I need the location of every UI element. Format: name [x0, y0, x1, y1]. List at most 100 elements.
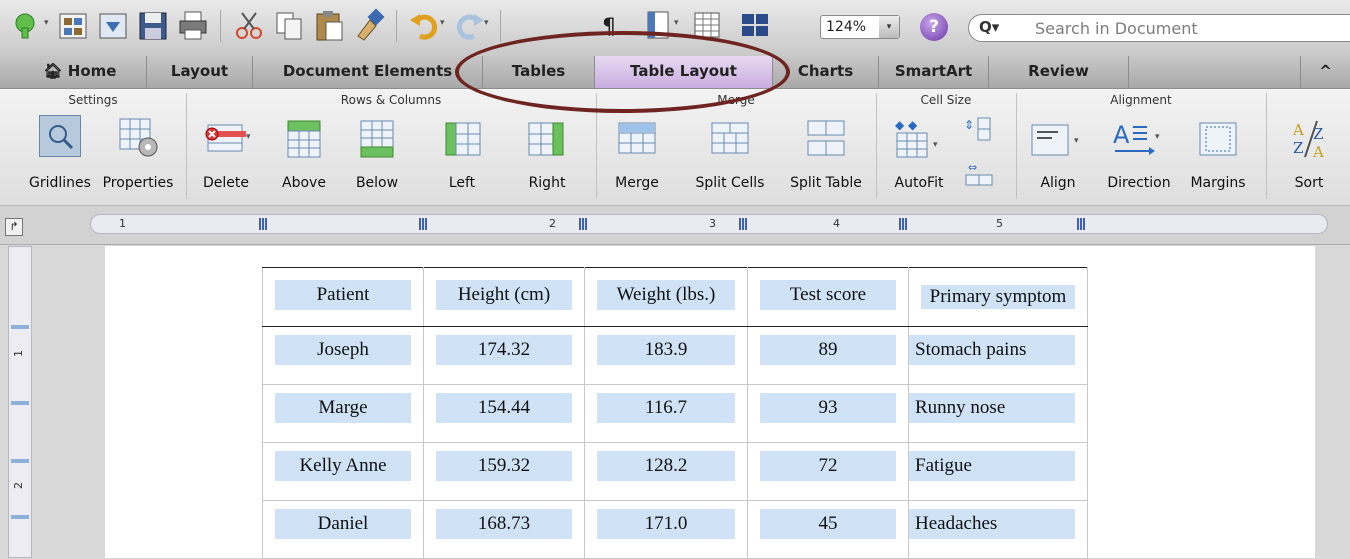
split-cells-button[interactable]: Split Cells	[684, 113, 776, 193]
new-document-icon[interactable]	[10, 8, 44, 42]
insert-above-button[interactable]: Above	[272, 113, 336, 193]
paste-icon[interactable]	[312, 8, 346, 42]
column-header[interactable]: Patient	[262, 267, 424, 327]
search-icon[interactable]: Q▾	[979, 18, 999, 36]
tab-stop-selector-icon[interactable]: ↱	[5, 218, 23, 236]
svg-text:▾: ▾	[246, 132, 251, 142]
table-cell[interactable]: Runny nose	[908, 384, 1088, 443]
split-table-button[interactable]: Split Table	[780, 113, 872, 193]
sort-button[interactable]: AZZA Sort	[1276, 113, 1342, 193]
properties-button[interactable]: Properties	[96, 113, 180, 193]
delete-button[interactable]: ▾ Delete	[190, 113, 262, 193]
table-cell[interactable]: Daniel	[262, 500, 424, 559]
table-cell[interactable]: 116.7	[584, 384, 748, 443]
format-painter-icon[interactable]	[352, 8, 386, 42]
column-marker[interactable]	[579, 218, 587, 230]
table-cell[interactable]: Marge	[262, 384, 424, 443]
save-icon[interactable]	[136, 8, 170, 42]
group-label-cell-size: Cell Size	[920, 93, 972, 107]
table-cell[interactable]: 93	[747, 384, 909, 443]
print-icon[interactable]	[176, 8, 210, 42]
svg-text:A: A	[1312, 143, 1324, 161]
merge-cells-icon	[615, 117, 659, 165]
table-properties-icon	[116, 117, 160, 165]
gridlines-button[interactable]: Gridlines	[20, 113, 100, 193]
text-direction-icon: A ▾	[1109, 117, 1169, 165]
table-cell[interactable]: Fatigue	[908, 442, 1088, 501]
table-cell[interactable]: 174.32	[423, 326, 585, 385]
insert-right-button[interactable]: Right	[515, 113, 579, 193]
gallery-icon[interactable]	[56, 8, 90, 42]
svg-text:◆ ◆: ◆ ◆	[895, 118, 918, 132]
tab-smartart[interactable]: SmartArt	[879, 56, 989, 88]
view-layout-icon[interactable]	[738, 8, 772, 42]
patient-table[interactable]: Patient Height (cm) Weight (lbs.) Test s…	[262, 267, 1088, 559]
table-cell[interactable]: 45	[747, 500, 909, 559]
svg-text:▾: ▾	[933, 140, 938, 150]
table-cell[interactable]: Joseph	[262, 326, 424, 385]
svg-text:A: A	[1113, 121, 1130, 149]
insert-row-above-icon	[284, 117, 324, 165]
help-icon[interactable]: ?	[920, 13, 948, 41]
table-cell[interactable]: Stomach pains	[908, 326, 1088, 385]
document-page[interactable]: Patient Height (cm) Weight (lbs.) Test s…	[105, 246, 1315, 559]
table-cell[interactable]: 154.44	[423, 384, 585, 443]
ruler-number: 1	[12, 350, 25, 357]
horizontal-ruler[interactable]: 1 2 3 4 5	[90, 214, 1328, 234]
table-cell[interactable]: 72	[747, 442, 909, 501]
margins-button[interactable]: Margins	[1180, 113, 1256, 193]
ruler-number: 5	[996, 217, 1003, 230]
cell-margins-icon	[1196, 117, 1240, 165]
align-icon: ▾	[1028, 117, 1088, 165]
table-row: Daniel 168.73 171.0 45 Headaches	[262, 500, 1088, 559]
direction-button[interactable]: A ▾ Direction	[1098, 113, 1180, 193]
column-marker[interactable]	[419, 218, 427, 230]
insert-left-button[interactable]: Left	[430, 113, 494, 193]
column-header[interactable]: Primary symptom	[908, 267, 1088, 327]
ruler-number: 3	[709, 217, 716, 230]
svg-text:▾: ▾	[1155, 132, 1160, 142]
svg-text:Z: Z	[1293, 139, 1303, 157]
split-cells-icon	[708, 117, 752, 165]
redo-icon[interactable]	[452, 8, 486, 42]
vertical-ruler[interactable]: 1 2	[8, 246, 32, 558]
undo-icon[interactable]	[408, 8, 442, 42]
column-marker[interactable]	[739, 218, 747, 230]
tab-review[interactable]: Review	[989, 56, 1129, 88]
column-width-icon[interactable]: ⇔	[962, 159, 996, 189]
insert-below-button[interactable]: Below	[345, 113, 409, 193]
autofit-button[interactable]: ◆ ◆ ▾ AutoFit	[884, 113, 954, 193]
column-header[interactable]: Height (cm)	[423, 267, 585, 327]
row-height-icon[interactable]: ⇕	[962, 115, 996, 149]
chevron-down-icon[interactable]: ▾	[879, 16, 899, 38]
ruler-number: 1	[119, 217, 126, 230]
search-input[interactable]: Q▾ Search in Document	[968, 14, 1350, 42]
tab-home[interactable]: 🏠︎ Home	[0, 56, 147, 88]
merge-button[interactable]: Merge	[604, 113, 670, 193]
align-button[interactable]: ▾ Align	[1020, 113, 1096, 193]
split-table-icon	[804, 117, 848, 165]
collapse-ribbon-icon[interactable]: ^	[1300, 56, 1350, 88]
tab-layout[interactable]: Layout	[147, 56, 253, 88]
column-header[interactable]: Weight (lbs.)	[584, 267, 748, 327]
templates-icon[interactable]	[96, 8, 130, 42]
cut-icon[interactable]	[232, 8, 266, 42]
svg-text:⇕: ⇕	[964, 118, 974, 132]
column-marker[interactable]	[259, 218, 267, 230]
tab-document-elements[interactable]: Document Elements	[253, 56, 483, 88]
table-cell[interactable]: 89	[747, 326, 909, 385]
table-cell[interactable]: Headaches	[908, 500, 1088, 559]
copy-icon[interactable]	[272, 8, 306, 42]
column-marker[interactable]	[899, 218, 907, 230]
table-cell[interactable]: Kelly Anne	[262, 442, 424, 501]
insert-row-below-icon	[357, 117, 397, 165]
column-header[interactable]: Test score	[747, 267, 909, 327]
column-marker[interactable]	[1077, 218, 1085, 230]
table-cell[interactable]: 171.0	[584, 500, 748, 559]
table-cell[interactable]: 128.2	[584, 442, 748, 501]
zoom-select[interactable]: 124% ▾	[820, 15, 900, 39]
table-cell[interactable]: 168.73	[423, 500, 585, 559]
table-cell[interactable]: 183.9	[584, 326, 748, 385]
svg-text:A: A	[1292, 121, 1304, 139]
table-cell[interactable]: 159.32	[423, 442, 585, 501]
